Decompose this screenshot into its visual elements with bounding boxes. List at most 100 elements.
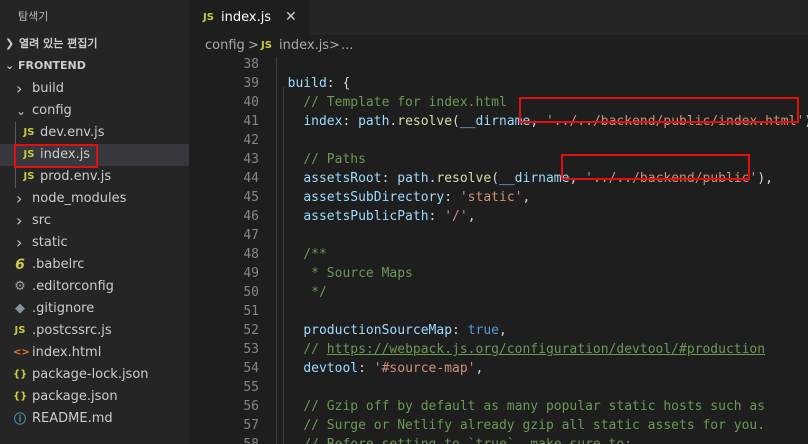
chevron-right-icon: ›: [16, 211, 23, 230]
close-icon[interactable]: ✕: [285, 0, 297, 35]
chevron-right-icon: ❯: [5, 37, 15, 50]
line-number: 39: [243, 76, 259, 91]
tree-item-label: index.js: [40, 147, 91, 162]
breadcrumb-separator: >: [248, 38, 259, 53]
tree-item-index-js[interactable]: JS index.js: [0, 144, 189, 166]
code-line[interactable]: 50 */: [189, 283, 808, 302]
tree-item-babelrc[interactable]: 6 .babelrc: [0, 254, 189, 276]
code-line[interactable]: 42: [189, 131, 808, 150]
tree-indent-guide: [15, 122, 16, 188]
code-line[interactable]: 53 // https://webpack.js.org/configurati…: [189, 340, 808, 359]
code-line[interactable]: 49 * Source Maps: [189, 264, 808, 283]
code-line[interactable]: 55: [189, 378, 808, 397]
code-line[interactable]: 47: [189, 226, 808, 245]
code-text: // Surge or Netlify already gzip all sta…: [303, 418, 766, 433]
code-text: // Template for index.html: [303, 95, 507, 110]
tree-item-prod-env-js[interactable]: JS prod.env.js: [0, 166, 189, 188]
code-text: index: path.resolve(__dirname, '../../ba…: [303, 114, 808, 129]
code-editor[interactable]: 38 39 build: {40 // Template for index.ht…: [189, 57, 808, 444]
chevron-right-icon: ›: [16, 233, 23, 252]
chevron-right-icon: ›: [16, 189, 23, 208]
code-line[interactable]: 38: [189, 57, 808, 74]
tree-item-readme-md[interactable]: ⓘ README.md: [0, 408, 189, 430]
tree-item-editorconfig[interactable]: ⚙ .editorconfig: [0, 276, 189, 298]
line-number: 43: [243, 152, 259, 167]
chevron-down-icon: ⌄: [5, 59, 15, 72]
code-text: build: {: [287, 76, 351, 91]
tree-item-label: .babelrc: [32, 257, 85, 272]
tree-item-static[interactable]: › static: [0, 232, 189, 254]
line-number: 58: [189, 435, 259, 444]
code-line[interactable]: 40 // Template for index.html: [189, 93, 808, 112]
tab-bar: JS index.js ✕: [189, 0, 808, 35]
tree-item-label: package.json: [32, 389, 118, 404]
open-editors-section[interactable]: ❯ 열려 있는 편집기: [0, 33, 189, 55]
tree-item-label: package-lock.json: [32, 367, 149, 382]
tree-item-postcssrc-js[interactable]: JS .postcssrc.js: [0, 320, 189, 342]
tree-item-label: .gitignore: [32, 301, 95, 316]
code-line[interactable]: 56 // Gzip off by default as many popula…: [189, 397, 808, 416]
code-line[interactable]: 44 assetsRoot: path.resolve(__dirname, '…: [189, 169, 808, 188]
line-number: 49: [243, 266, 259, 281]
code-line[interactable]: 48 /**: [189, 245, 808, 264]
code-text: // Paths: [303, 152, 366, 167]
code-line[interactable]: 45 assetsSubDirectory: 'static',: [189, 188, 808, 207]
tree-item-label: index.html: [32, 345, 102, 360]
line-number: 55: [243, 380, 259, 395]
tree-item-label: static: [32, 235, 68, 250]
info-icon: ⓘ: [13, 412, 26, 426]
tree-item-src[interactable]: › src: [0, 210, 189, 232]
line-number: 50: [243, 285, 259, 300]
line-number: 45: [243, 190, 259, 205]
code-line[interactable]: 57 // Surge or Netlify already gzip all …: [189, 416, 808, 435]
tree-item-dev-env-js[interactable]: JS dev.env.js: [0, 122, 189, 144]
code-text: * Source Maps: [272, 266, 413, 281]
project-section[interactable]: ⌄ FRONTEND: [0, 55, 189, 77]
gear-icon: ⚙: [14, 279, 26, 294]
code-text: devtool: '#source-map',: [303, 361, 484, 376]
tree-item-node-modules[interactable]: › node_modules: [0, 188, 189, 210]
code-text: assetsPublicPath: '/',: [303, 209, 476, 224]
line-number: 52: [243, 323, 259, 338]
breadcrumb-more[interactable]: ...: [341, 35, 353, 57]
code-text: */: [272, 285, 327, 300]
chevron-right-icon: ›: [16, 79, 23, 98]
tree-item-config[interactable]: ⌄ config: [0, 100, 189, 122]
code-line[interactable]: 54 devtool: '#source-map',: [189, 359, 808, 378]
tab-index-js[interactable]: JS index.js ✕: [189, 0, 309, 35]
breadcrumb: config > JS index.js > ...: [189, 35, 808, 57]
code-line[interactable]: 58 // Before setting to `true`, make sur…: [189, 435, 808, 444]
line-number: 42: [243, 133, 259, 148]
code-line[interactable]: 52 productionSourceMap: true,: [189, 321, 808, 340]
babel-icon: 6: [15, 257, 25, 273]
code-line[interactable]: 39 build: {: [189, 74, 808, 93]
explorer-sidebar: 탐색기 ❯ 열려 있는 편집기 ⌄ FRONTEND › build ⌄ config…: [0, 0, 189, 444]
tree-item-label: dev.env.js: [40, 125, 105, 140]
code-text: assetsSubDirectory: 'static',: [303, 190, 531, 205]
code-line[interactable]: 46 assetsPublicPath: '/',: [189, 207, 808, 226]
code-line[interactable]: 43 // Paths: [189, 150, 808, 169]
html-file-icon: <>: [13, 347, 30, 358]
tree-item-gitignore[interactable]: ◆ .gitignore: [0, 298, 189, 320]
code-text: // https://webpack.js.org/configuration/…: [303, 342, 766, 357]
tree-item-package-json[interactable]: {} package.json: [0, 386, 189, 408]
tree-item-build[interactable]: › build: [0, 78, 189, 100]
js-file-icon: JS: [23, 149, 35, 160]
line-number: 44: [243, 171, 259, 186]
json-file-icon: {}: [13, 391, 28, 402]
line-number: 48: [243, 247, 259, 262]
line-number: 46: [243, 209, 259, 224]
breadcrumb-separator: >: [329, 38, 340, 53]
breadcrumb-folder[interactable]: config: [205, 35, 245, 57]
code-text: // Before setting to `true`, make sure t…: [272, 435, 632, 444]
breadcrumb-file[interactable]: index.js: [279, 35, 329, 57]
tree-item-index-html[interactable]: <> index.html: [0, 342, 189, 364]
code-line[interactable]: 41 index: path.resolve(__dirname, '../..…: [189, 112, 808, 131]
explorer-title: 탐색기: [18, 10, 49, 23]
code-line[interactable]: 51: [189, 302, 808, 321]
tree-item-label: prod.env.js: [40, 169, 112, 184]
line-number: 38: [243, 57, 259, 72]
open-editors-label: 열려 있는 편집기: [19, 37, 98, 50]
tree-item-package-lock-json[interactable]: {} package-lock.json: [0, 364, 189, 386]
chevron-down-icon: ⌄: [16, 104, 27, 118]
